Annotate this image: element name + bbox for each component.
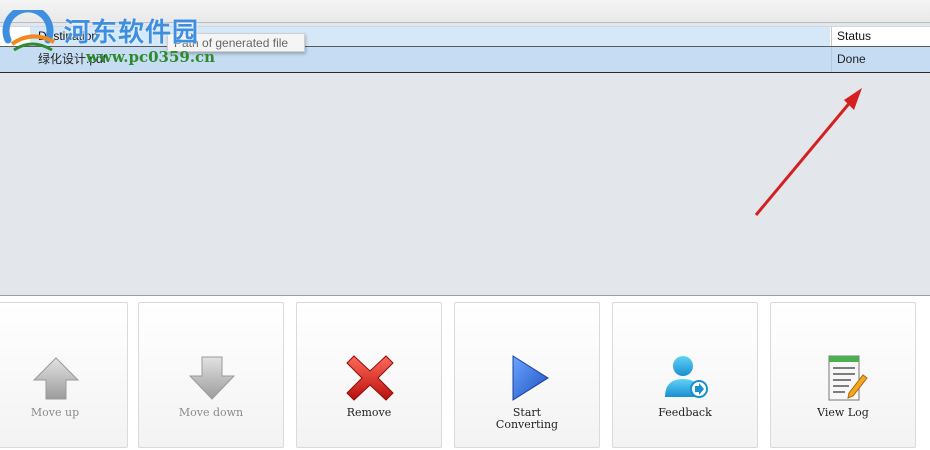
- watermark-url: www.pc0359.cn: [86, 48, 216, 66]
- annotation-arrow-icon: [754, 88, 862, 216]
- watermark: 河东软件园 www.pc0359.cn: [2, 6, 242, 68]
- column-header-status[interactable]: Status: [831, 27, 930, 46]
- move-up-label: Move up: [30, 406, 80, 419]
- start-converting-label: Start Converting: [495, 406, 559, 431]
- feedback-button[interactable]: Feedback: [612, 302, 758, 448]
- view-log-button[interactable]: View Log: [770, 302, 916, 448]
- view-log-label: View Log: [817, 406, 869, 419]
- watermark-text: 河东软件园: [64, 18, 200, 48]
- cell-status: Done: [831, 47, 930, 72]
- arrow-down-icon: [188, 356, 236, 400]
- arrow-up-icon: [32, 357, 80, 400]
- log-notepad-icon: [828, 355, 868, 401]
- remove-label: Remove: [346, 406, 392, 419]
- start-converting-button[interactable]: Start Converting: [454, 302, 600, 448]
- button-bar: Move up Move down Remove Start Convertin…: [0, 296, 930, 450]
- move-down-label: Move down: [178, 406, 244, 419]
- remove-button[interactable]: Remove: [296, 302, 442, 448]
- move-up-button[interactable]: Move up: [0, 302, 128, 448]
- user-feedback-icon: [665, 356, 708, 398]
- watermark-logo-icon: [2, 10, 55, 52]
- play-icon: [512, 355, 549, 401]
- move-down-button[interactable]: Move down: [138, 302, 284, 448]
- red-x-icon: [346, 355, 394, 401]
- feedback-label: Feedback: [658, 406, 712, 419]
